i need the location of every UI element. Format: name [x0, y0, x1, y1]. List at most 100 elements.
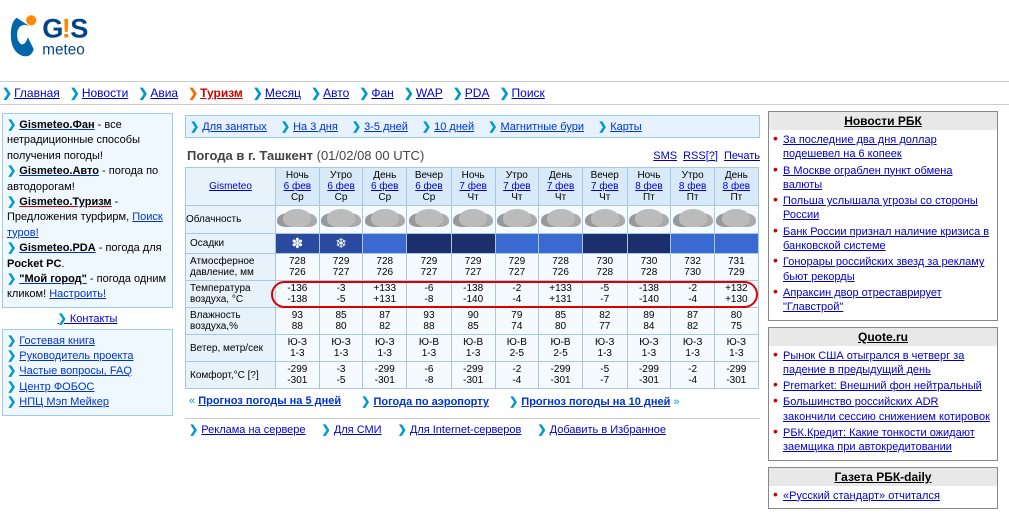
news-link[interactable]: «Русский стандарт» отчитался — [783, 490, 940, 502]
data-cell: Ю-В1-3 — [451, 335, 495, 362]
col-header: Ночь7 февЧт — [451, 168, 495, 206]
news-item: В Москве ограблен пункт обмена валюты — [773, 163, 993, 194]
footer-item: ❯ Добавить в Избранное — [537, 423, 666, 436]
footer-link[interactable]: Для Internet-серверов — [410, 424, 522, 436]
col-header: Ночь6 февСр — [276, 168, 320, 206]
precip-cell — [582, 234, 627, 254]
row-header: Осадки — [186, 234, 276, 254]
subnav-link[interactable]: Магнитные бури — [500, 121, 584, 133]
date-link[interactable]: 7 фев — [591, 181, 618, 192]
col-header: Утро8 февПт — [671, 168, 715, 206]
nav-link[interactable]: Главная — [14, 86, 60, 100]
date-link[interactable]: 8 фев — [635, 181, 662, 192]
data-cell: 8984 — [627, 308, 671, 335]
data-cell: -138-140 — [627, 281, 671, 308]
gismeteo-logo[interactable]: G ! S meteo — [4, 4, 174, 74]
left-link[interactable]: Руководитель проекта — [19, 350, 133, 362]
nav-link[interactable]: Туризм — [200, 86, 243, 100]
nav-link[interactable]: Месяц — [265, 86, 301, 100]
footer-link[interactable]: Добавить в Избранное — [550, 424, 666, 436]
data-cell: 729727 — [407, 254, 452, 281]
news-link[interactable]: Гонорары российских звезд за рекламу бью… — [783, 256, 984, 282]
news-link[interactable]: Рынок США отыгрался в четверг за падение… — [783, 350, 964, 376]
date-link[interactable]: 8 фев — [679, 181, 706, 192]
bottom-link[interactable]: Прогноз погоды на 5 дней — [198, 395, 341, 407]
arrow-icon: ❯ — [499, 86, 509, 100]
subnav-link[interactable]: Для занятых — [202, 121, 267, 133]
subnav-item: ❯ Для занятых — [190, 120, 267, 133]
arrow-icon: ❯ — [537, 424, 546, 436]
promo-link[interactable]: Gismeteo.PDA — [19, 242, 95, 254]
subnav-link[interactable]: 3-5 дней — [364, 121, 408, 133]
subnav-item: ❯ 10 дней — [422, 120, 474, 133]
promo-tail-link[interactable]: Поиск туров! — [7, 211, 163, 238]
date-link[interactable]: 6 фев — [415, 181, 442, 192]
footer-item: ❯ Реклама на сервере — [189, 423, 306, 436]
nav-link[interactable]: Авиа — [150, 86, 178, 100]
data-cell: -5-7 — [582, 362, 627, 389]
news-link[interactable]: За последние два дня доллар подешевел на… — [783, 134, 937, 160]
left-link[interactable]: НПЦ Мэп Мейкер — [19, 396, 109, 408]
date-link[interactable]: 7 фев — [459, 181, 486, 192]
promo-link[interactable]: Gismeteo.Авто — [19, 165, 99, 177]
sub-nav: ❯ Для занятых❯ На 3 дня❯ 3-5 дней❯ 10 дн… — [185, 115, 760, 138]
date-link[interactable]: 6 фев — [371, 181, 398, 192]
title-link[interactable]: SMS — [653, 150, 677, 162]
nav-Авто: ❯ Авто — [311, 86, 349, 100]
nav-link[interactable]: Фан — [371, 86, 393, 100]
bottom-link[interactable]: Погода по аэропорту — [373, 396, 489, 408]
cloud-icon — [547, 209, 575, 227]
nav-Туризм: ❯ Туризм — [188, 86, 243, 100]
promo-link[interactable]: Gismeteo.Фан — [19, 119, 94, 131]
promo-item: ❯ Gismeteo.PDA - погода для Pocket PC. — [7, 241, 168, 272]
row-header: Атмосферное давление, мм — [186, 254, 276, 281]
date-link[interactable]: 8 фев — [723, 181, 750, 192]
promo-tail-link[interactable]: Настроить! — [49, 288, 106, 300]
footer-link[interactable]: Для СМИ — [334, 424, 382, 436]
arrow-icon: ❯ — [488, 121, 497, 133]
subnav-link[interactable]: На 3 дня — [293, 121, 338, 133]
nav-link[interactable]: Авто — [323, 86, 349, 100]
nav-link[interactable]: PDA — [465, 86, 490, 100]
date-link[interactable]: 7 фев — [547, 181, 574, 192]
news-link[interactable]: РБК.Кредит: Какие тонкости ожидают заемщ… — [783, 427, 975, 453]
logo-block: G ! S meteo — [0, 0, 1009, 81]
subnav-link[interactable]: 10 дней — [434, 121, 474, 133]
promo-link[interactable]: "Мой город" — [19, 273, 87, 285]
arrow-right-icon: » — [673, 396, 679, 408]
title-link[interactable]: RSS[?] — [683, 150, 718, 162]
nav-link[interactable]: Поиск — [512, 86, 545, 100]
left-link[interactable]: Гостевая книга — [19, 335, 95, 347]
nav-link[interactable]: WAP — [416, 86, 443, 100]
precip-cell — [715, 234, 759, 254]
title-link[interactable]: Печать — [724, 150, 760, 162]
subnav-link[interactable]: Карты — [610, 121, 641, 133]
promo-link[interactable]: Gismeteo.Туризм — [19, 196, 111, 208]
contacts-link[interactable]: ❯ Контакты — [0, 312, 175, 325]
bottom-link[interactable]: Прогноз погоды на 10 дней — [521, 396, 670, 408]
date-link[interactable]: 6 фев — [327, 181, 354, 192]
nav-link[interactable]: Новости — [82, 86, 128, 100]
left-link[interactable]: Центр ФОБОС — [19, 381, 94, 393]
svg-text:S: S — [70, 12, 88, 43]
left-link[interactable]: Частые вопросы, FAQ — [19, 365, 132, 377]
date-link[interactable]: 7 фев — [503, 181, 530, 192]
news-link[interactable]: Польша услышала угрозы со стороны России — [783, 195, 978, 221]
news-item: Premarket: Внешний фон нейтральный — [773, 378, 993, 394]
cloud-cell — [276, 206, 320, 234]
nav-WAP: ❯ WAP — [404, 86, 443, 100]
news-link[interactable]: Premarket: Внешний фон нейтральный — [783, 380, 982, 392]
data-cell: 8782 — [671, 308, 715, 335]
footer-link[interactable]: Реклама на сервере — [201, 424, 305, 436]
news-link[interactable]: Большинство российских ADR закончили сес… — [783, 396, 990, 422]
nav-PDA: ❯ PDA — [453, 86, 490, 100]
news-link[interactable]: Банк России признал наличие кризиса в ба… — [783, 226, 989, 252]
data-cell: Ю-З1-3 — [671, 335, 715, 362]
quote-box: Quote.ru Рынок США отыгрался в четверг з… — [768, 327, 998, 461]
news-link[interactable]: В Москве ограблен пункт обмена валюты — [783, 165, 952, 191]
data-cell: -2-4 — [671, 362, 715, 389]
date-link[interactable]: 6 фев — [284, 181, 311, 192]
news-link[interactable]: Апраксин двор отреставрирует "Главстрой" — [783, 287, 942, 313]
arrow-icon: ❯ — [281, 121, 290, 133]
data-cell: Ю-З1-3 — [715, 335, 759, 362]
